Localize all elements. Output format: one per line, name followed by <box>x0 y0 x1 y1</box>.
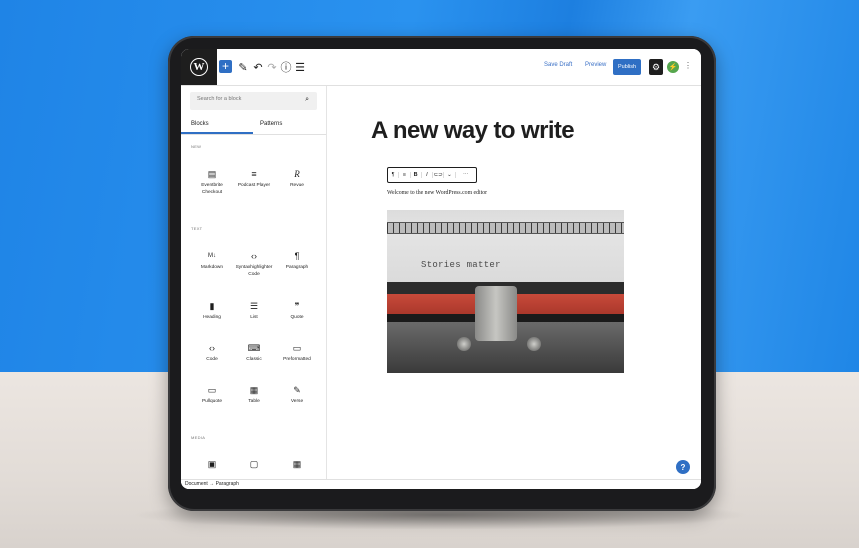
category-new-heading: NEW <box>191 144 202 149</box>
category-text-heading: TEXT <box>191 226 203 231</box>
list-view-icon[interactable]: ☰ <box>293 60 307 74</box>
typewriter-screw <box>457 337 471 351</box>
block-gallery[interactable]: ▦ <box>277 458 317 470</box>
form-icon: ▤ <box>207 169 217 179</box>
bookmark-icon: ▮ <box>209 301 215 311</box>
wordpress-logo-button[interactable]: W <box>181 49 217 85</box>
category-media-heading: MEDIA <box>191 435 206 440</box>
save-draft-button[interactable]: Save Draft <box>544 62 572 68</box>
italic-icon[interactable]: I <box>422 172 433 178</box>
block-verse[interactable]: ✎ Verse <box>277 384 317 406</box>
image-icon: ▣ <box>207 459 217 469</box>
gear-icon: ⚙ <box>651 61 661 72</box>
block-inserter-panel: ⌕ Blocks Patterns NEW ▤ Eventbrite Check… <box>181 86 327 489</box>
block-media-text[interactable]: ▢ <box>234 458 274 470</box>
info-icon[interactable]: ⓘ <box>279 60 293 74</box>
paragraph-block[interactable]: Welcome to the new WordPress.com editor <box>387 190 487 196</box>
block-podcast-player[interactable]: ≡ Podcast Player <box>234 168 274 190</box>
typewriter-type-guide <box>475 286 517 341</box>
question-icon: ? <box>680 462 686 472</box>
table-icon: ▦ <box>249 385 259 395</box>
pencil-icon[interactable]: ✎ <box>236 60 250 74</box>
wordpress-icon: W <box>190 58 208 76</box>
list-icon: ☰ <box>249 301 259 311</box>
block-syntaxhighlighter[interactable]: ‹› Syntaxhighlighter Code <box>234 250 274 278</box>
block-quote[interactable]: ❞ Quote <box>277 300 317 322</box>
tab-patterns[interactable]: Patterns <box>260 121 282 127</box>
preformatted-icon: ▭ <box>292 343 302 353</box>
jetpack-icon: ⚡ <box>668 64 678 71</box>
post-title[interactable]: A new way to write <box>371 117 575 145</box>
typed-text: Stories matter <box>421 260 501 270</box>
help-button[interactable]: ? <box>676 460 690 474</box>
add-block-button[interactable]: + <box>219 60 232 73</box>
breadcrumb[interactable]: Document → Paragraph <box>185 481 239 487</box>
preview-button[interactable]: Preview <box>585 62 606 68</box>
block-pullquote[interactable]: ▭ Pullquote <box>192 384 232 406</box>
paragraph-icon[interactable]: ¶ <box>388 172 400 178</box>
keyboard-icon: ⌨ <box>247 343 261 353</box>
image-block[interactable]: Stories matter <box>387 210 624 373</box>
tab-blocks[interactable]: Blocks <box>191 121 209 127</box>
search-icon: ⌕ <box>305 96 309 103</box>
block-eventbrite[interactable]: ▤ Eventbrite Checkout <box>192 168 232 196</box>
active-tab-indicator <box>181 132 253 134</box>
chevron-down-icon[interactable]: ⌄ <box>444 172 456 178</box>
editor-top-bar: W + ✎ ↶ ↷ ⓘ ☰ Save Draft Preview Publish… <box>181 49 701 86</box>
typewriter-scale <box>387 222 624 234</box>
block-format-toolbar: ¶ ≡ B I ⊂⊃ ⌄ ⋯ <box>387 167 477 183</box>
typewriter-screw <box>527 337 541 351</box>
block-search-input[interactable] <box>197 96 297 102</box>
bold-icon[interactable]: B <box>411 172 422 178</box>
gallery-icon: ▦ <box>292 459 302 469</box>
paragraph-icon: ¶ <box>294 251 300 261</box>
status-bar: Document → Paragraph <box>181 479 701 489</box>
editor-screen: W + ✎ ↶ ↷ ⓘ ☰ Save Draft Preview Publish… <box>181 49 701 489</box>
code-icon: ‹› <box>209 343 215 353</box>
block-table[interactable]: ▦ Table <box>234 384 274 406</box>
block-revue[interactable]: R Revue <box>277 168 317 190</box>
more-icon[interactable]: ⋯ <box>456 172 477 178</box>
block-list[interactable]: ☰ List <box>234 300 274 322</box>
markdown-icon: M↓ <box>208 253 216 259</box>
inserter-tabs: Blocks Patterns <box>181 118 326 135</box>
settings-button[interactable]: ⚙ <box>649 59 663 75</box>
jetpack-button[interactable]: ⚡ <box>667 61 679 73</box>
align-icon[interactable]: ≡ <box>399 172 411 178</box>
quote-icon: ❞ <box>294 301 300 311</box>
podcast-icon: ≡ <box>251 169 257 179</box>
undo-icon[interactable]: ↶ <box>251 60 265 74</box>
block-image[interactable]: ▣ <box>192 458 232 470</box>
revue-icon: R <box>294 169 300 179</box>
media-text-icon: ▢ <box>249 459 259 469</box>
block-paragraph[interactable]: ¶ Paragraph <box>277 250 317 272</box>
publish-button[interactable]: Publish <box>613 59 641 75</box>
pullquote-icon: ▭ <box>207 385 217 395</box>
block-heading[interactable]: ▮ Heading <box>192 300 232 322</box>
code-brackets-icon: ‹› <box>251 251 257 261</box>
block-markdown[interactable]: M↓ Markdown <box>192 250 232 272</box>
verse-icon: ✎ <box>293 385 301 395</box>
block-preformatted[interactable]: ▭ Preformatted <box>277 342 317 364</box>
block-search: ⌕ <box>190 92 317 110</box>
more-options-icon[interactable]: ⋮ <box>684 61 692 70</box>
redo-icon[interactable]: ↷ <box>265 60 279 74</box>
link-icon[interactable]: ⊂⊃ <box>433 172 445 178</box>
block-classic[interactable]: ⌨ Classic <box>234 342 274 364</box>
block-code[interactable]: ‹› Code <box>192 342 232 364</box>
